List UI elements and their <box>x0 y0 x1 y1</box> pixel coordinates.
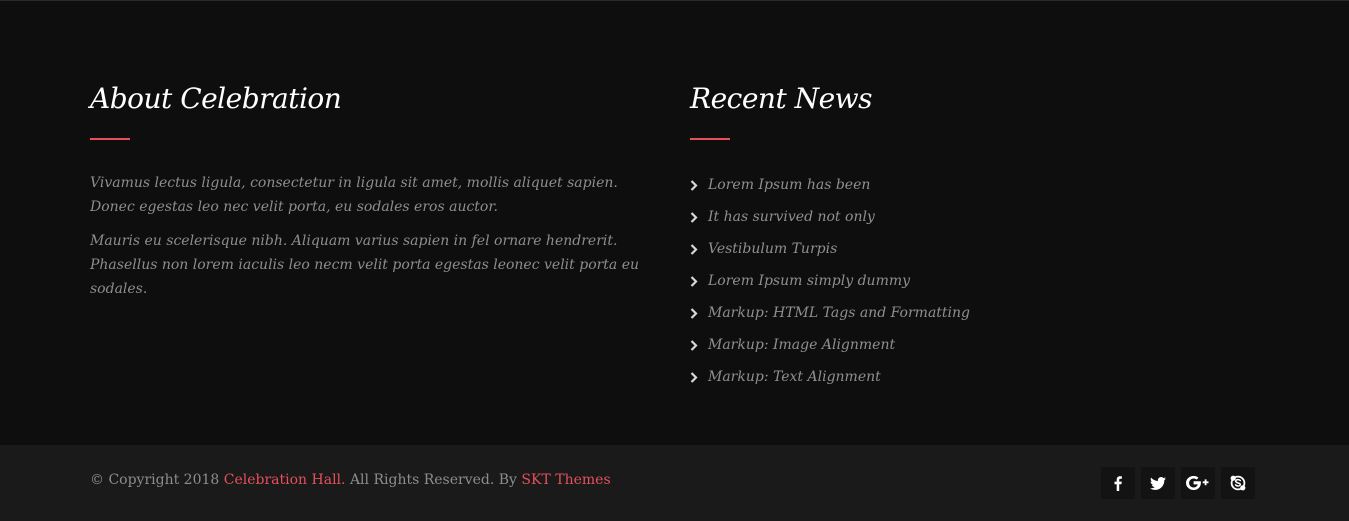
google-plus-button[interactable] <box>1181 467 1215 499</box>
copyright-middle: All Rights Reserved. By <box>345 472 522 488</box>
news-link-2[interactable]: It has survived not only <box>708 209 875 225</box>
social-links <box>1101 467 1255 499</box>
list-item: Markup: Image Alignment <box>690 329 1090 361</box>
list-item: Vestibulum Turpis <box>690 233 1090 265</box>
recent-news-widget: Recent News Lorem Ipsum has been It has … <box>690 79 1090 393</box>
site-link[interactable]: Celebration Hall. <box>224 472 346 488</box>
footer-widgets: About Celebration Vivamus lectus ligula,… <box>0 0 1349 445</box>
news-link-4[interactable]: Lorem Ipsum simply dummy <box>708 273 910 289</box>
list-item: Markup: HTML Tags and Formatting <box>690 297 1090 329</box>
news-link-7[interactable]: Markup: Text Alignment <box>708 369 881 385</box>
about-paragraph-1: Vivamus lectus ligula, consectetur in li… <box>90 175 618 215</box>
chevron-right-icon <box>690 338 708 352</box>
list-item: It has survived not only <box>690 201 1090 233</box>
news-link-3[interactable]: Vestibulum Turpis <box>708 241 837 257</box>
copyright-bar: © Copyright 2018 Celebration Hall. All R… <box>0 445 1349 521</box>
theme-link[interactable]: SKT Themes <box>521 472 610 488</box>
chevron-right-icon <box>690 178 708 192</box>
about-paragraph-2: Mauris eu scelerisque nibh. Aliquam vari… <box>90 233 640 297</box>
about-widget: About Celebration Vivamus lectus ligula,… <box>90 79 665 311</box>
list-item: Markup: Text Alignment <box>690 361 1090 393</box>
skype-icon <box>1230 475 1246 491</box>
chevron-right-icon <box>690 370 708 384</box>
twitter-button[interactable] <box>1141 467 1175 499</box>
about-title: About Celebration <box>90 82 342 115</box>
chevron-right-icon <box>690 242 708 256</box>
copyright-prefix: © Copyright 2018 <box>90 472 224 488</box>
about-text: Vivamus lectus ligula, consectetur in li… <box>90 171 665 301</box>
news-link-6[interactable]: Markup: Image Alignment <box>708 337 895 353</box>
news-list: Lorem Ipsum has been It has survived not… <box>690 169 1090 393</box>
recent-news-title: Recent News <box>690 82 873 115</box>
skype-button[interactable] <box>1221 467 1255 499</box>
facebook-button[interactable] <box>1101 467 1135 499</box>
chevron-right-icon <box>690 274 708 288</box>
google-plus-icon <box>1186 476 1210 490</box>
news-link-5[interactable]: Markup: HTML Tags and Formatting <box>708 305 970 321</box>
title-underline <box>90 138 130 140</box>
chevron-right-icon <box>690 306 708 320</box>
facebook-icon <box>1114 475 1122 491</box>
news-link-1[interactable]: Lorem Ipsum has been <box>708 177 870 193</box>
list-item: Lorem Ipsum has been <box>690 169 1090 201</box>
list-item: Lorem Ipsum simply dummy <box>690 265 1090 297</box>
title-underline <box>690 138 730 140</box>
copyright-text: © Copyright 2018 Celebration Hall. All R… <box>90 468 611 492</box>
twitter-icon <box>1150 476 1166 490</box>
chevron-right-icon <box>690 210 708 224</box>
